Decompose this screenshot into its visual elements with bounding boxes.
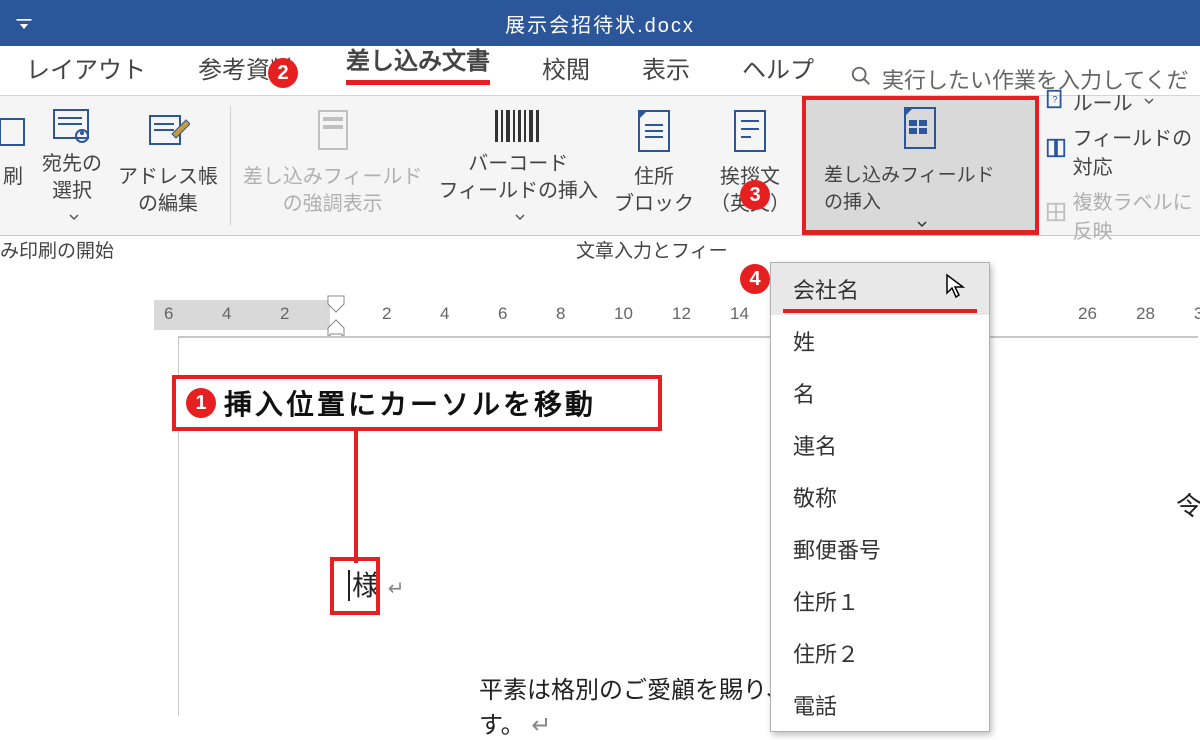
group-write-insert: 文章入力とフィー xyxy=(576,236,728,263)
chevron-down-icon xyxy=(1143,90,1155,113)
match-fields-button[interactable]: フィールドの対応 xyxy=(1045,122,1200,180)
ruler-tick: 30 xyxy=(1194,304,1200,324)
tab-review[interactable]: 校閲 xyxy=(516,42,616,95)
chevron-down-icon xyxy=(916,214,928,236)
dropdown-item[interactable]: 敬称 xyxy=(771,471,989,523)
svg-text:?: ? xyxy=(1052,94,1057,104)
callout-1-connector xyxy=(354,431,358,563)
callout-badge-3: 3 xyxy=(740,180,770,210)
greeting-icon xyxy=(731,104,769,160)
insert-merge-field-button[interactable]: 差し込みフィールド の挿入 xyxy=(802,96,1039,235)
dropdown-item[interactable]: 電話 xyxy=(771,679,989,731)
callout-badge-1: 1 xyxy=(186,388,216,418)
dropdown-item[interactable]: 連名 xyxy=(771,419,989,471)
tab-references[interactable]: 参考資料 xyxy=(172,42,320,95)
dropdown-item[interactable]: 郵便番号 xyxy=(771,523,989,575)
ruler-tick: 4 xyxy=(222,304,231,324)
address-block-button[interactable]: 住所 ブロック xyxy=(606,96,702,235)
group-start-mail-merge: み印刷の開始 xyxy=(0,236,114,263)
ruler-tick: 12 xyxy=(672,304,691,324)
ruler-tick: 10 xyxy=(614,304,633,324)
highlight-fields-icon xyxy=(313,104,353,160)
barcode-icon xyxy=(493,104,543,147)
ruler-tick: 4 xyxy=(440,304,449,324)
callout-1-text: 挿入位置にカーソルを移動 xyxy=(224,383,596,423)
ruler-tick: 8 xyxy=(556,304,565,324)
merge-field-icon xyxy=(899,106,941,160)
envelope-icon xyxy=(0,104,28,160)
tab-view[interactable]: 表示 xyxy=(616,42,716,95)
ruler-tick: 28 xyxy=(1136,304,1155,324)
search-icon xyxy=(850,65,872,93)
callout-1: 1 挿入位置にカーソルを移動 xyxy=(172,375,662,431)
tab-help[interactable]: ヘルプ xyxy=(716,42,840,95)
dropdown-item[interactable]: 会社名 xyxy=(771,263,989,315)
rules-icon: ? xyxy=(1045,88,1067,116)
document-title: 展示会招待状.docx xyxy=(505,9,695,38)
edit-address-book-button[interactable]: アドレス帳 の編集 xyxy=(110,96,226,235)
dropdown-item[interactable]: 住所１ xyxy=(771,575,989,627)
edit-list-icon xyxy=(146,104,190,160)
cursor-arrow-icon xyxy=(945,273,967,305)
title-bar: 展示会招待状.docx xyxy=(0,0,1200,46)
dropdown-item[interactable]: 住所２ xyxy=(771,627,989,679)
callout-1-target-box xyxy=(330,557,380,615)
ribbon: 刷 宛先の 選択 アドレス帳 の編集 差し込みフィールド の強調表示 バ xyxy=(0,96,1200,236)
ribbon-group-labels: み印刷の開始 文章入力とフィー xyxy=(0,236,1200,264)
paragraph-mark-icon: ↵ xyxy=(531,712,551,739)
barcode-field-button[interactable]: バーコード フィールドの挿入 xyxy=(430,96,606,235)
ribbon-tabs: レイアウト 参考資料 差し込み文書 校閲 表示 ヘルプ 実行したい作業を入力して… xyxy=(0,46,1200,96)
address-block-icon xyxy=(635,104,673,160)
callout-badge-2: 2 xyxy=(268,58,298,88)
ruler-tick: 6 xyxy=(498,304,507,324)
merge-field-dropdown[interactable]: 会社名姓名連名敬称郵便番号住所１住所２電話 xyxy=(770,262,990,732)
ruler-tick: 14 xyxy=(730,304,749,324)
ruler-tick: 6 xyxy=(164,304,173,324)
tab-layout[interactable]: レイアウト xyxy=(0,42,172,95)
greeting-line-button[interactable]: 挨拶文 （英文） xyxy=(702,96,798,235)
dropdown-item[interactable]: 名 xyxy=(771,367,989,419)
qat-dropdown-icon[interactable] xyxy=(14,14,34,34)
paragraph-mark-icon: ↵ xyxy=(388,578,405,600)
recipients-icon xyxy=(50,104,94,147)
labels-icon xyxy=(1045,201,1067,229)
select-recipients-button[interactable]: 宛先の 選択 xyxy=(34,96,110,235)
print-cut-button[interactable]: 刷 xyxy=(0,96,34,235)
dropdown-item[interactable]: 姓 xyxy=(771,315,989,367)
ruler-tick: 26 xyxy=(1078,304,1097,324)
callout-badge-4: 4 xyxy=(740,264,770,294)
highlight-merge-fields-button: 差し込みフィールド の強調表示 xyxy=(235,96,431,235)
chevron-down-icon xyxy=(68,205,80,231)
date-fragment: 令 xyxy=(1176,486,1200,523)
ruler-tick: 2 xyxy=(382,304,391,324)
ruler-tick: 2 xyxy=(280,304,289,324)
rules-button[interactable]: ? ルール xyxy=(1045,87,1200,116)
ribbon-side-list: ? ルール フィールドの対応 複数ラベルに反映 xyxy=(1039,96,1200,235)
match-fields-icon xyxy=(1045,137,1067,165)
chevron-down-icon xyxy=(514,205,526,231)
horizontal-ruler[interactable]: 64224681012141262830 xyxy=(0,300,1200,334)
